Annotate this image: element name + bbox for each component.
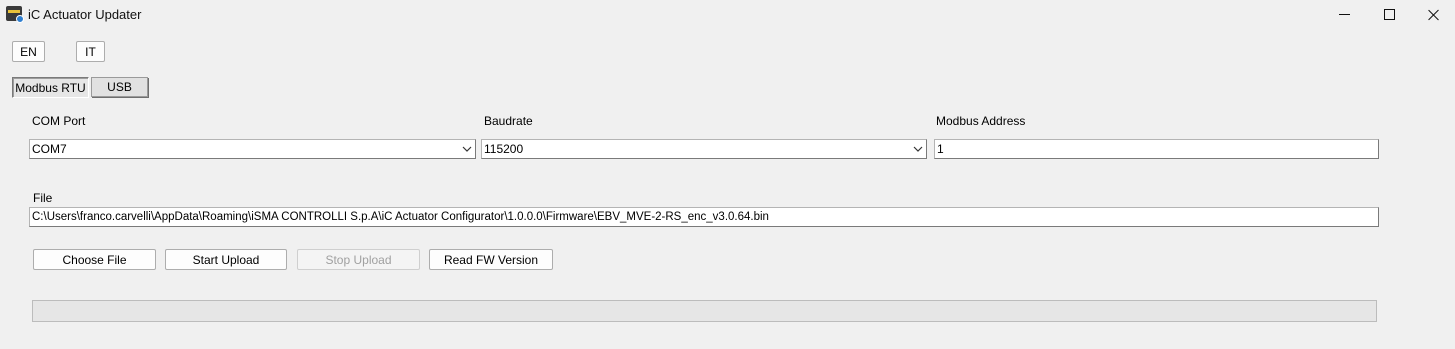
tab-modbus-rtu[interactable]: Modbus RTU: [12, 77, 89, 98]
minimize-button[interactable]: [1321, 0, 1367, 29]
maximize-button[interactable]: [1366, 0, 1412, 29]
baudrate-value: 115200: [484, 142, 524, 156]
minimize-icon: [1338, 14, 1350, 15]
language-it-button[interactable]: IT: [76, 41, 105, 62]
maximize-icon: [1383, 9, 1395, 20]
title-bar: iC Actuator Updater: [0, 0, 1455, 29]
choose-file-button[interactable]: Choose File: [33, 249, 156, 270]
language-en-button[interactable]: EN: [12, 41, 45, 62]
baudrate-select[interactable]: 115200: [481, 139, 927, 159]
upload-progress-bar: [32, 300, 1377, 322]
chevron-down-icon: [459, 140, 475, 158]
close-icon: [1428, 9, 1440, 21]
close-button[interactable]: [1411, 0, 1455, 29]
actuator-app-icon: [6, 6, 24, 23]
stop-upload-button[interactable]: Stop Upload: [297, 249, 420, 270]
tab-usb[interactable]: USB: [91, 77, 148, 97]
file-label: File: [33, 191, 53, 205]
modbus-address-label: Modbus Address: [936, 114, 1026, 128]
start-upload-button[interactable]: Start Upload: [165, 249, 287, 270]
com-port-select[interactable]: COM7: [29, 139, 476, 159]
com-port-value: COM7: [32, 142, 67, 156]
window-title: iC Actuator Updater: [28, 7, 142, 22]
modbus-address-input[interactable]: 1: [934, 139, 1379, 159]
file-path-input[interactable]: C:\Users\franco.carvelli\AppData\Roaming…: [29, 207, 1379, 227]
chevron-down-icon: [910, 140, 926, 158]
baudrate-label: Baudrate: [484, 114, 533, 128]
read-fw-version-button[interactable]: Read FW Version: [429, 249, 553, 270]
com-port-label: COM Port: [32, 114, 86, 128]
